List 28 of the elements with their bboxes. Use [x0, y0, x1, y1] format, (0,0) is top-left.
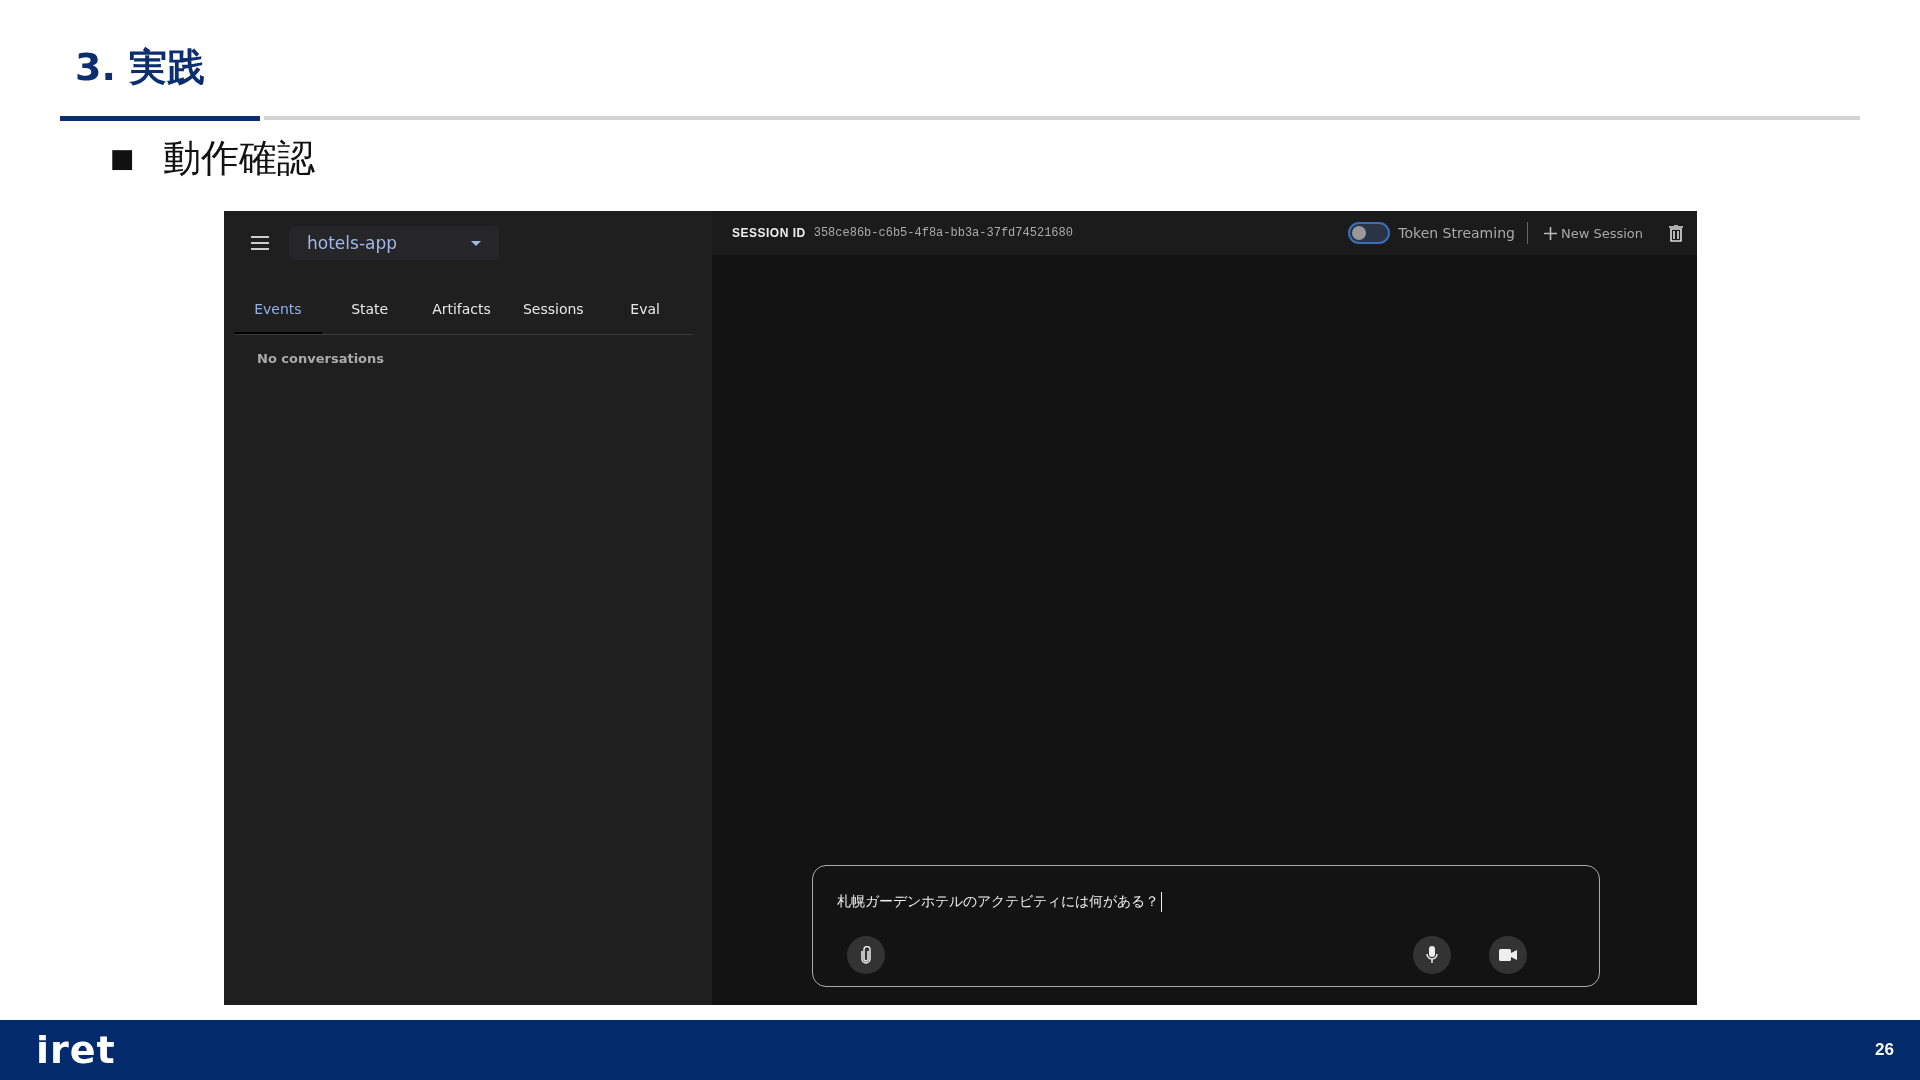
panel-tab[interactable]: State — [325, 287, 414, 334]
video-camera-icon — [1499, 949, 1517, 961]
page-number: 26 — [1875, 1040, 1894, 1060]
delete-icon[interactable] — [1669, 224, 1683, 242]
empty-message: No conversations — [256, 350, 386, 366]
panel-tab[interactable]: Sessions — [509, 287, 598, 334]
new-session-button[interactable]: New Session — [1539, 223, 1647, 243]
toggle-label: Token Streaming — [1398, 225, 1515, 241]
message-input[interactable]: 札幌ガーデンホテルのアクテビティには何がある？ — [812, 865, 1600, 987]
attach-button[interactable] — [847, 936, 885, 974]
panel-tab[interactable]: Artifacts — [417, 287, 506, 334]
token-streaming-toggle[interactable] — [1348, 222, 1391, 244]
video-button[interactable] — [1489, 936, 1527, 974]
company-logo: iret — [36, 1028, 116, 1072]
panel-tab[interactable]: Events — [234, 287, 322, 334]
session-id: 358ce86b-c6b5-4f8a-bb3a-37fd74521680 — [813, 226, 1073, 240]
bullet-mark: ■ — [110, 143, 135, 173]
plus-icon — [1543, 226, 1557, 240]
session-id-label: SESSION ID — [732, 226, 806, 240]
microphone-icon — [1426, 946, 1438, 964]
app-select[interactable]: hotels-app — [289, 226, 499, 260]
slide-title: 3. 実践 — [74, 44, 207, 91]
menu-icon[interactable] — [251, 236, 269, 250]
panel-tab[interactable]: Eval — [601, 287, 689, 334]
microphone-button[interactable] — [1413, 936, 1451, 974]
slide-heading: 動作確認 — [162, 134, 315, 182]
dropdown-caret-icon — [471, 240, 481, 246]
paperclip-icon — [861, 946, 871, 964]
